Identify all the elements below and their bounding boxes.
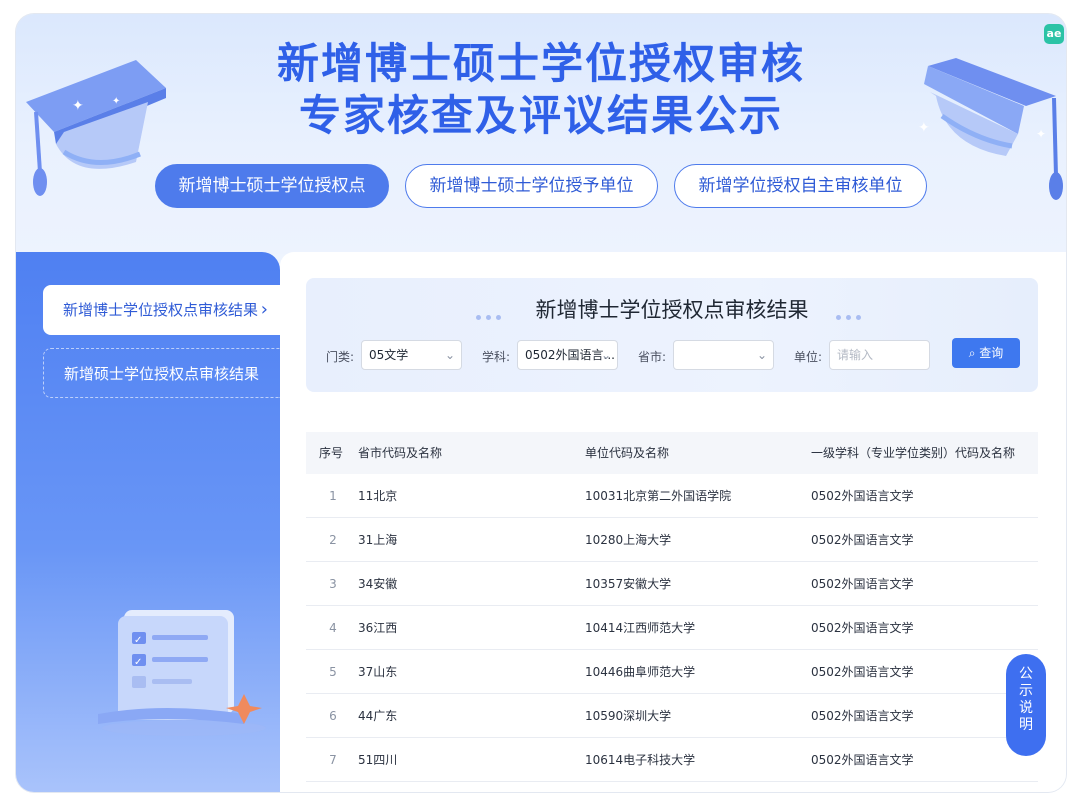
unit-input[interactable] — [829, 340, 930, 370]
decor-dots — [836, 305, 866, 324]
chevron-down-icon: ⌄ — [600, 348, 611, 362]
table-header: 序号 省市代码及名称 单位代码及名称 一级学科（专业学位类别）代码及名称 — [306, 432, 1038, 474]
column-header: 单位代码及名称 — [585, 446, 670, 460]
province-select[interactable]: ⌄ — [673, 340, 774, 370]
table-row: 3 34安徽 10357安徽大学 0502外国语言文学 — [306, 562, 1038, 606]
discipline-cell: 0502外国语言文学 — [811, 577, 914, 591]
province-cell: 44广东 — [358, 709, 398, 723]
column-header: 序号 — [319, 446, 344, 460]
sidebar-item-doctoral-results[interactable]: 新增博士学位授权点审核结果 › — [43, 285, 280, 335]
sidebar: 新增博士学位授权点审核结果 › 新增硕士学位授权点审核结果 ✓ ✓ — [16, 252, 280, 792]
province-cell: 11北京 — [358, 489, 398, 503]
sidebar-item-label: 新增博士学位授权点审核结果 — [63, 301, 259, 319]
unit-label: 单位: — [794, 350, 823, 364]
unit-cell: 10614电子科技大学 — [585, 753, 696, 767]
row-index: 2 — [329, 533, 337, 547]
row-index: 4 — [329, 621, 337, 635]
province-cell: 51四川 — [358, 753, 398, 767]
notice-char: 公 — [1019, 666, 1033, 682]
svg-text:✓: ✓ — [134, 635, 142, 646]
discipline-cell: 0502外国语言文学 — [811, 621, 914, 635]
query-button[interactable]: ⌕ 查询 — [952, 338, 1020, 368]
table-row: 7 51四川 10614电子科技大学 0502外国语言文学 — [306, 738, 1038, 782]
province-cell: 34安徽 — [358, 577, 398, 591]
province-cell: 37山东 — [358, 665, 398, 679]
discipline-cell: 0502外国语言文学 — [811, 489, 914, 503]
unit-cell: 10031北京第二外国语学院 — [585, 489, 732, 503]
notice-button[interactable]: 公 示 说 明 — [1006, 654, 1046, 756]
notice-char: 说 — [1019, 700, 1033, 716]
filter-panel: 新增博士学位授权点审核结果 门类: 05文学 ⌄ 学科: 0502外国语言...… — [306, 278, 1038, 392]
column-header: 省市代码及名称 — [358, 446, 443, 460]
hero-banner: ✦ ✦ ✦ ✦ ae 新增博士硕士学位授权审核 专家核查及评议结果公示 新增博士… — [16, 14, 1066, 254]
discipline-cell: 0502外国语言文学 — [811, 665, 914, 679]
row-index: 1 — [329, 489, 337, 503]
province-cell: 31上海 — [358, 533, 398, 547]
table-row: 4 36江西 10414江西师范大学 0502外国语言文学 — [306, 606, 1038, 650]
unit-cell: 10357安徽大学 — [585, 577, 672, 591]
chevron-down-icon: ⌄ — [444, 348, 455, 362]
discipline-cell: 0502外国语言文学 — [811, 533, 914, 547]
tab-self-review-units[interactable]: 新增学位授权自主审核单位 — [674, 164, 927, 208]
tab-doctoral-master-points[interactable]: 新增博士硕士学位授权点 — [155, 164, 389, 208]
chevron-down-icon: ⌄ — [756, 348, 767, 362]
svg-text:✓: ✓ — [134, 657, 142, 668]
table-row: 1 11北京 10031北京第二外国语学院 0502外国语言文学 — [306, 474, 1038, 518]
discipline-cell: 0502外国语言文学 — [811, 753, 914, 767]
sidebar-item-label: 新增硕士学位授权点审核结果 — [64, 365, 260, 383]
search-icon: ⌕ — [968, 346, 976, 360]
row-index: 7 — [329, 753, 337, 767]
category-label: 门类: — [326, 350, 355, 364]
province-label: 省市: — [638, 350, 667, 364]
discipline-cell: 0502外国语言文学 — [811, 709, 914, 723]
unit-cell: 10590深圳大学 — [585, 709, 672, 723]
unit-cell: 10280上海大学 — [585, 533, 672, 547]
row-index: 3 — [329, 577, 337, 591]
row-index: 5 — [329, 665, 337, 679]
tab-degree-granting-units[interactable]: 新增博士硕士学位授予单位 — [405, 164, 658, 208]
table-row: 6 44广东 10590深圳大学 0502外国语言文学 — [306, 694, 1038, 738]
unit-cell: 10414江西师范大学 — [585, 621, 696, 635]
filter-title: 新增博士学位授权点审核结果 — [535, 298, 809, 322]
page-frame: ✦ ✦ ✦ ✦ ae 新增博士硕士学位授权审核 专家核查及评议结果公示 新增博士… — [16, 14, 1066, 792]
page-subtitle: 专家核查及评议结果公示 — [298, 91, 783, 140]
chevron-right-icon: › — [260, 299, 268, 320]
notice-char: 示 — [1019, 683, 1033, 699]
table-row: 2 31上海 10280上海大学 0502外国语言文学 — [306, 518, 1038, 562]
main-panel: 新增博士学位授权点审核结果 门类: 05文学 ⌄ 学科: 0502外国语言...… — [280, 252, 1066, 792]
row-index: 6 — [329, 709, 337, 723]
column-header: 一级学科（专业学位类别）代码及名称 — [811, 446, 1016, 460]
table-row: 5 37山东 10446曲阜师范大学 0502外国语言文学 — [306, 650, 1038, 694]
province-cell: 36江西 — [358, 621, 398, 635]
category-value: 05文学 — [369, 348, 409, 362]
subject-label: 学科: — [482, 350, 511, 364]
sidebar-item-master-results[interactable]: 新增硕士学位授权点审核结果 — [43, 348, 280, 398]
query-button-label: 查询 — [979, 346, 1004, 360]
subject-select[interactable]: 0502外国语言... ⌄ — [517, 340, 618, 370]
category-select[interactable]: 05文学 ⌄ — [361, 340, 462, 370]
document-checklist-icon: ✓ ✓ — [98, 610, 266, 736]
notice-char: 明 — [1019, 717, 1033, 733]
unit-cell: 10446曲阜师范大学 — [585, 665, 696, 679]
